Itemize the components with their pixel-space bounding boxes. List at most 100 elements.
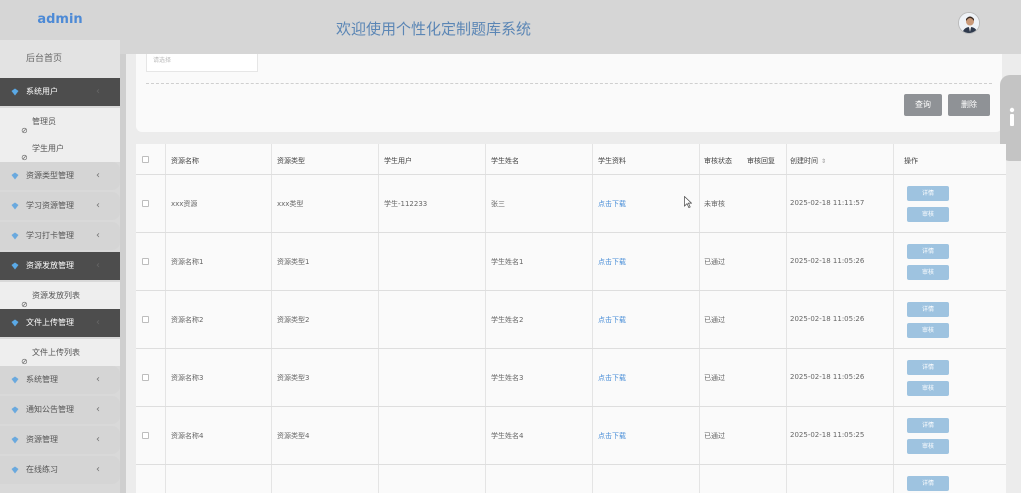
row-checkbox[interactable] xyxy=(142,432,149,439)
filter-select[interactable]: 请选择 xyxy=(146,54,258,72)
review-button[interactable]: 审核 xyxy=(907,381,949,396)
review-button[interactable]: 审核 xyxy=(907,207,949,222)
sidebar-item-7[interactable]: 通知公告管理 ‹ xyxy=(0,396,120,424)
chevron-left-icon: ‹ xyxy=(96,404,100,415)
user-avatar[interactable] xyxy=(958,12,980,34)
row-checkbox[interactable] xyxy=(142,200,149,207)
table-cell: 资源名称3 xyxy=(171,374,204,382)
chevron-left-icon: ‹ xyxy=(96,260,100,271)
column-header-label: 资源名称 xyxy=(171,157,199,165)
chevron-left-icon: ‹ xyxy=(96,200,100,211)
download-link[interactable]: 点击下载 xyxy=(598,199,626,209)
data-table: 资源名称 资源类型 学生用户 学生姓名 学生资料 审核状态 审核回复 创建时间 ⇕ 操作 xxx资源… xyxy=(136,144,1006,493)
table-cell: 资源名称1 xyxy=(171,258,204,266)
info-icon xyxy=(1009,107,1015,126)
created-time-cell: 2025-02-18 11:05:25 xyxy=(790,431,865,439)
created-time-cell: 2025-02-18 11:05:26 xyxy=(790,315,865,323)
mouse-cursor-icon xyxy=(684,196,692,208)
select-all-checkbox[interactable] xyxy=(142,156,149,163)
top-header: 欢迎使用个性化定制题库系统 xyxy=(0,0,1021,54)
column-header-label: 创建时间 xyxy=(790,157,818,165)
column-header: 操作 xyxy=(904,156,918,166)
column-header: 资源类型 xyxy=(277,156,305,166)
avatar-image xyxy=(959,13,979,33)
detail-button[interactable]: 详情 xyxy=(907,302,949,317)
review-button[interactable]: 审核 xyxy=(907,323,949,338)
download-link[interactable]: 点击下载 xyxy=(598,315,626,325)
table-cell: 已通过 xyxy=(704,316,725,324)
download-link[interactable]: 点击下载 xyxy=(598,257,626,267)
column-divider xyxy=(271,144,272,493)
sidebar-subitem[interactable]: ⊘ 资源发放列表 xyxy=(0,282,120,309)
chevron-left-icon: ‹ xyxy=(96,170,100,181)
sidebar-item-6[interactable]: 系统管理 ‹ xyxy=(0,366,120,394)
column-header: 审核状态 xyxy=(704,156,732,166)
sidebar-subitem[interactable]: ⊘ 管理员 xyxy=(0,108,120,135)
table-cell: 已通过 xyxy=(704,432,725,440)
table-cell: 学生姓名1 xyxy=(491,258,524,266)
sidebar-item-4[interactable]: 资源发放管理 ‹ xyxy=(0,252,120,280)
sidebar-item-0[interactable]: 系统用户 ‹ xyxy=(0,78,120,106)
diamond-icon xyxy=(11,262,19,270)
table-cell: 资源类型1 xyxy=(277,258,310,266)
column-divider xyxy=(893,144,894,493)
row-divider xyxy=(136,232,1006,233)
search-panel: 请选择 查询 删除 xyxy=(136,54,1002,132)
download-link[interactable]: 点击下载 xyxy=(598,373,626,383)
system-title: 欢迎使用个性化定制题库系统 xyxy=(336,20,532,38)
detail-button[interactable]: 详情 xyxy=(907,186,949,201)
divider xyxy=(146,83,992,84)
review-button[interactable]: 审核 xyxy=(907,439,949,454)
sidebar-item-label: 通知公告管理 xyxy=(26,405,74,414)
column-divider xyxy=(165,144,166,493)
sidebar-subitem[interactable]: ⊘ 文件上传列表 xyxy=(0,339,120,366)
detail-button[interactable]: 详情 xyxy=(907,244,949,259)
table-cell: 资源类型4 xyxy=(277,432,310,440)
row-checkbox[interactable] xyxy=(142,258,149,265)
column-header: 资源名称 xyxy=(171,156,199,166)
table-cell: 资源类型3 xyxy=(277,374,310,382)
sidebar-item-5[interactable]: 文件上传管理 ‹ xyxy=(0,309,120,337)
table-cell: xxx类型 xyxy=(277,200,304,208)
column-header: 审核回复 xyxy=(747,156,775,166)
sidebar-item-8[interactable]: 资源管理 ‹ xyxy=(0,426,120,454)
table-cell: 资源类型2 xyxy=(277,316,310,324)
column-header[interactable]: 创建时间 ⇕ xyxy=(790,156,826,166)
row-checkbox[interactable] xyxy=(142,316,149,323)
column-divider xyxy=(592,144,593,493)
sidebar-subitem-label: 学生用户 xyxy=(32,144,64,153)
column-header-label: 审核状态 xyxy=(704,157,732,165)
created-time-cell: 2025-02-18 11:05:26 xyxy=(790,373,865,381)
column-divider xyxy=(378,144,379,493)
row-checkbox[interactable] xyxy=(142,374,149,381)
table-cell: 学生姓名2 xyxy=(491,316,524,324)
sidebar: 后台首页 系统用户 ‹ ⊘ 管理员 ⊘ 学生用户 资源类型管理 ‹ 学习资源管理 ‹ 学习打卡管理 ‹… xyxy=(0,40,120,493)
table-cell: 张三 xyxy=(491,200,505,208)
sidebar-subitem[interactable]: ⊘ 学生用户 xyxy=(0,135,120,162)
sort-icon[interactable]: ⇕ xyxy=(821,158,826,165)
sidebar-subitem-label: 文件上传列表 xyxy=(32,348,80,357)
diamond-icon xyxy=(11,202,19,210)
review-button[interactable]: 审核 xyxy=(907,265,949,280)
download-link[interactable]: 点击下载 xyxy=(598,431,626,441)
row-divider xyxy=(136,174,1006,175)
sidebar-item-3[interactable]: 学习打卡管理 ‹ xyxy=(0,222,120,250)
query-button[interactable]: 查询 xyxy=(904,94,942,116)
sidebar-item-9[interactable]: 在线练习 ‹ xyxy=(0,456,120,484)
sidebar-divider xyxy=(120,54,126,493)
diamond-icon xyxy=(11,319,19,327)
column-header: 学生用户 xyxy=(384,156,412,166)
diamond-icon xyxy=(11,376,19,384)
delete-button[interactable]: 删除 xyxy=(948,94,990,116)
sidebar-item-1[interactable]: 资源类型管理 ‹ xyxy=(0,162,120,190)
sidebar-menu: 系统用户 ‹ ⊘ 管理员 ⊘ 学生用户 资源类型管理 ‹ 学习资源管理 ‹ 学习打卡管理 ‹ 资源发放管… xyxy=(0,78,120,484)
sidebar-item-2[interactable]: 学习资源管理 ‹ xyxy=(0,192,120,220)
detail-button[interactable]: 详情 xyxy=(907,418,949,433)
detail-button[interactable]: 详情 xyxy=(907,476,949,491)
sidebar-item-home[interactable]: 后台首页 xyxy=(0,40,120,78)
row-divider xyxy=(136,290,1006,291)
column-header-label: 资源类型 xyxy=(277,157,305,165)
column-header-label: 操作 xyxy=(904,157,918,165)
detail-button[interactable]: 详情 xyxy=(907,360,949,375)
table-cell: 学生姓名3 xyxy=(491,374,524,382)
